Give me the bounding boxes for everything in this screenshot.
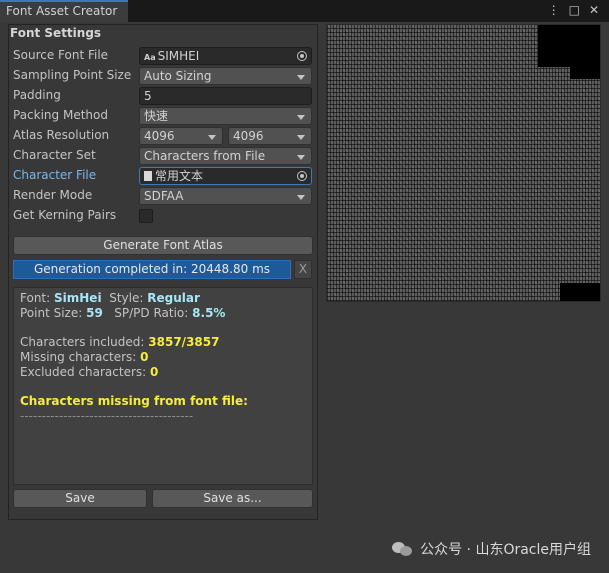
label-sampling-point-size: Sampling Point Size	[13, 68, 132, 82]
kebab-menu-icon[interactable]: ⋮	[548, 3, 560, 17]
label-packing-method: Packing Method	[13, 108, 108, 122]
render-mode-dropdown[interactable]: SDFAA	[139, 187, 312, 205]
style-label: Style:	[109, 291, 144, 305]
row-source-font-file: Source Font File Aa SIMHEI	[13, 47, 313, 65]
text-file-icon	[144, 171, 152, 181]
padding-input[interactable]: 5	[139, 87, 312, 105]
row-atlas-resolution: Atlas Resolution 4096 4096	[13, 127, 313, 145]
character-set-dropdown[interactable]: Characters from File	[139, 147, 312, 165]
included-label: Characters included:	[20, 335, 145, 349]
tab-bar: Font Asset Creator ⋮ □ ✕	[0, 0, 609, 22]
label-get-kerning-pairs: Get Kerning Pairs	[13, 208, 117, 222]
character-file-value: 常用文本	[155, 169, 204, 183]
object-picker-icon[interactable]	[297, 171, 307, 181]
tab-font-asset-creator[interactable]: Font Asset Creator	[0, 0, 128, 22]
close-icon[interactable]: ✕	[589, 3, 599, 17]
info-font-line: Font: SimHei Style: Regular	[20, 291, 306, 306]
tab-title: Font Asset Creator	[6, 4, 118, 18]
character-set-value: Characters from File	[144, 149, 266, 163]
label-atlas-resolution: Atlas Resolution	[13, 128, 110, 142]
font-value: SimHei	[54, 291, 102, 305]
missing-label: Missing characters:	[20, 350, 137, 364]
row-sampling-point-size: Sampling Point Size Auto Sizing	[13, 67, 313, 85]
label-render-mode: Render Mode	[13, 188, 93, 202]
packing-method-dropdown[interactable]: 快速	[139, 107, 312, 125]
missing-characters-header: Characters missing from font file:	[20, 394, 248, 408]
save-button[interactable]: Save	[13, 489, 147, 508]
label-padding: Padding	[13, 88, 61, 102]
watermark-text: 公众号 · 山东Oracle用户组	[420, 542, 591, 558]
font-label: Font:	[20, 291, 51, 305]
atlas-height-dropdown[interactable]: 4096	[228, 127, 312, 145]
style-value: Regular	[147, 291, 200, 305]
watermark: 公众号 · 山东Oracle用户组	[392, 539, 591, 559]
atlas-height-value: 4096	[233, 129, 264, 143]
row-character-file: Character File 常用文本	[13, 167, 313, 185]
object-picker-icon[interactable]	[297, 51, 307, 61]
cancel-generation-button[interactable]: X	[294, 260, 312, 279]
label-source-font-file: Source Font File	[13, 48, 109, 62]
generation-progress-bar: Generation completed in: 20448.80 ms	[13, 260, 291, 279]
point-size-label: Point Size:	[20, 306, 83, 320]
info-included-line: Characters included: 3857/3857	[20, 335, 306, 350]
atlas-empty-region	[538, 25, 600, 67]
source-font-file-value: SIMHEI	[157, 49, 200, 63]
row-render-mode: Render Mode SDFAA	[13, 187, 313, 205]
row-get-kerning-pairs: Get Kerning Pairs	[13, 207, 313, 225]
row-character-set: Character Set Characters from File	[13, 147, 313, 165]
row-packing-method: Packing Method 快速	[13, 107, 313, 125]
progress-text: Generation completed in: 20448.80 ms	[33, 262, 271, 276]
atlas-empty-region	[570, 65, 600, 79]
info-excluded-line: Excluded characters: 0	[20, 365, 306, 380]
generate-font-atlas-button[interactable]: Generate Font Atlas	[13, 236, 313, 255]
window-controls: ⋮ □ ✕	[548, 3, 599, 17]
font-atlas-preview	[326, 24, 601, 302]
section-title: Font Settings	[10, 26, 102, 40]
character-file-field[interactable]: 常用文本	[139, 167, 312, 185]
source-font-file-field[interactable]: Aa SIMHEI	[139, 47, 312, 65]
sampling-point-size-dropdown[interactable]: Auto Sizing	[139, 67, 312, 85]
excluded-label: Excluded characters:	[20, 365, 147, 379]
info-missing-line: Missing characters: 0	[20, 350, 306, 365]
maximize-icon[interactable]: □	[569, 3, 580, 17]
packing-method-value: 快速	[144, 109, 169, 123]
atlas-width-value: 4096	[144, 129, 175, 143]
save-as-button[interactable]: Save as...	[152, 489, 313, 508]
missing-value: 0	[140, 350, 149, 364]
font-asset-icon: Aa	[144, 53, 156, 62]
kerning-pairs-checkbox[interactable]	[139, 209, 153, 223]
included-value: 3857/3857	[148, 335, 220, 349]
wechat-icon	[392, 540, 414, 558]
separator-line: ----------------------------------------	[20, 409, 194, 423]
sampling-point-size-value: Auto Sizing	[144, 69, 212, 83]
render-mode-value: SDFAA	[144, 189, 184, 203]
generation-info-panel: Font: SimHei Style: Regular Point Size: …	[13, 287, 313, 485]
ratio-label: SP/PD Ratio:	[114, 306, 189, 320]
label-character-set: Character Set	[13, 148, 96, 162]
point-size-value: 59	[86, 306, 103, 320]
atlas-width-dropdown[interactable]: 4096	[139, 127, 223, 145]
label-character-file: Character File	[13, 168, 97, 182]
info-size-line: Point Size: 59 SP/PD Ratio: 8.5%	[20, 306, 306, 321]
ratio-value: 8.5%	[192, 306, 226, 320]
atlas-empty-region	[560, 283, 600, 301]
row-padding: Padding 5	[13, 87, 313, 105]
excluded-value: 0	[150, 365, 159, 379]
padding-value: 5	[144, 89, 152, 103]
